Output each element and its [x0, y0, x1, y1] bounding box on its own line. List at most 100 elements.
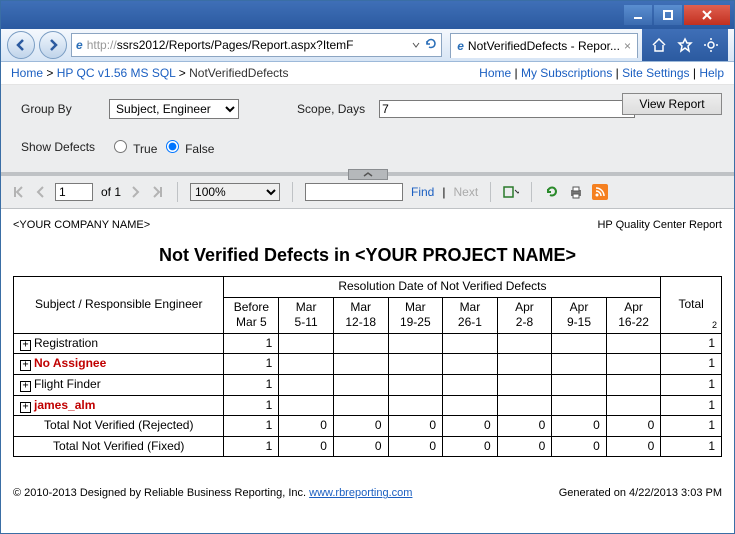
table-row: +Registration11 — [14, 333, 722, 354]
zoom-select[interactable]: 100% — [190, 183, 280, 201]
value-cell — [279, 333, 334, 354]
tab-title: NotVerifiedDefects - Repor... — [468, 39, 620, 53]
url-text: http://ssrs2012/Reports/Pages/Report.asp… — [87, 38, 408, 52]
expand-icon[interactable]: + — [20, 381, 31, 392]
value-cell: 1 — [224, 333, 279, 354]
assignee-cell[interactable]: +james_alm — [14, 395, 224, 416]
tools-icon[interactable] — [702, 36, 720, 54]
expand-icon[interactable]: + — [20, 360, 31, 371]
url-history-dropdown[interactable] — [411, 41, 421, 49]
find-next-link[interactable]: Next — [453, 185, 478, 199]
collapse-parameters-handle[interactable] — [348, 169, 388, 180]
search-input[interactable] — [305, 183, 403, 201]
footer-link[interactable]: www.rbreporting.com — [309, 487, 412, 499]
find-link[interactable]: Find — [411, 185, 434, 199]
report-title: Not Verified Defects in <YOUR PROJECT NA… — [13, 245, 722, 266]
breadcrumb-folder[interactable]: HP QC v1.56 MS SQL — [57, 66, 176, 80]
col-group-header: Resolution Date of Not Verified Defects — [224, 277, 661, 298]
value-cell: 0 — [606, 416, 661, 437]
value-cell — [443, 395, 498, 416]
value-cell — [388, 395, 443, 416]
page-of-label: of 1 — [101, 185, 121, 199]
next-page-button[interactable] — [129, 185, 143, 199]
value-cell — [333, 374, 388, 395]
prev-page-button[interactable] — [33, 185, 47, 199]
ie-icon: e — [76, 38, 83, 52]
subject-cell[interactable]: +Registration — [14, 333, 224, 354]
value-cell — [279, 354, 334, 375]
value-cell: 1 — [224, 354, 279, 375]
view-report-button[interactable]: View Report — [622, 93, 722, 115]
show-defects-false[interactable]: False — [161, 142, 215, 156]
last-page-button[interactable] — [151, 185, 165, 199]
refresh-report-icon[interactable] — [544, 184, 560, 200]
print-icon[interactable] — [568, 184, 584, 200]
favorites-icon[interactable] — [676, 36, 694, 54]
expand-icon[interactable]: + — [20, 340, 31, 351]
breadcrumb-current: NotVerifiedDefects — [189, 66, 288, 80]
parameters-panel: Group By Subject, Engineer Scope, Days S… — [1, 85, 734, 176]
report-body: <YOUR COMPANY NAME> HP Quality Center Re… — [1, 209, 734, 505]
value-cell — [443, 354, 498, 375]
group-by-label: Group By — [21, 102, 72, 116]
page-number-input[interactable] — [55, 183, 93, 201]
value-cell: 0 — [333, 416, 388, 437]
col-date-header: Apr2-8 — [497, 297, 552, 333]
refresh-icon[interactable] — [425, 38, 437, 53]
scope-input[interactable] — [379, 100, 635, 118]
report-heading-right: HP Quality Center Report — [597, 219, 722, 231]
value-cell: 1 — [224, 374, 279, 395]
link-help[interactable]: Help — [699, 66, 724, 80]
value-cell: 0 — [552, 416, 607, 437]
export-dropdown-icon[interactable] — [503, 184, 519, 200]
value-cell: 0 — [606, 436, 661, 457]
col-subject-header: Subject / Responsible Engineer — [14, 277, 224, 334]
close-tab-icon[interactable]: × — [624, 39, 631, 53]
show-defects-label: Show Defects — [21, 140, 95, 154]
col-date-header: Mar12-18 — [333, 297, 388, 333]
link-my-subscriptions[interactable]: My Subscriptions — [521, 66, 612, 80]
col-date-header: Apr9-15 — [552, 297, 607, 333]
value-cell — [497, 374, 552, 395]
value-cell: 0 — [279, 416, 334, 437]
table-row: +james_alm11 — [14, 395, 722, 416]
address-bar[interactable]: e http://ssrs2012/Reports/Pages/Report.a… — [71, 33, 442, 57]
value-cell: 1 — [224, 436, 279, 457]
home-icon[interactable] — [650, 36, 668, 54]
link-site-settings[interactable]: Site Settings — [622, 66, 689, 80]
subject-cell[interactable]: +Flight Finder — [14, 374, 224, 395]
col-date-header: BeforeMar 5 — [224, 297, 279, 333]
atom-feed-icon[interactable] — [592, 184, 608, 200]
value-cell — [497, 354, 552, 375]
value-cell — [333, 333, 388, 354]
show-defects-true[interactable]: True — [109, 142, 157, 156]
tab-strip: e NotVerifiedDefects - Repor... × — [450, 33, 638, 58]
value-cell — [388, 374, 443, 395]
table-row: +Flight Finder11 — [14, 374, 722, 395]
row-total-cell: 1 — [661, 354, 722, 375]
assignee-cell[interactable]: +No Assignee — [14, 354, 224, 375]
value-cell: 1 — [224, 395, 279, 416]
link-home[interactable]: Home — [479, 66, 511, 80]
table-row: +No Assignee11 — [14, 354, 722, 375]
forward-button[interactable] — [39, 31, 67, 59]
value-cell — [606, 395, 661, 416]
value-cell — [552, 333, 607, 354]
group-by-select[interactable]: Subject, Engineer — [109, 99, 239, 119]
back-button[interactable] — [7, 31, 35, 59]
value-cell — [388, 333, 443, 354]
window-maximize-button[interactable] — [654, 5, 682, 25]
breadcrumb-home[interactable]: Home — [11, 66, 43, 80]
breadcrumb: Home > HP QC v1.56 MS SQL > NotVerifiedD… — [11, 66, 289, 80]
row-total-cell: 1 — [661, 395, 722, 416]
expand-icon[interactable]: + — [20, 402, 31, 413]
col-total-header: Total2 — [661, 277, 722, 334]
value-cell — [388, 354, 443, 375]
window-titlebar — [1, 1, 734, 29]
first-page-button[interactable] — [11, 185, 25, 199]
value-cell: 0 — [443, 436, 498, 457]
browser-tab[interactable]: e NotVerifiedDefects - Repor... × — [450, 33, 638, 58]
window-minimize-button[interactable] — [624, 5, 652, 25]
value-cell — [606, 354, 661, 375]
window-close-button[interactable] — [684, 5, 730, 25]
